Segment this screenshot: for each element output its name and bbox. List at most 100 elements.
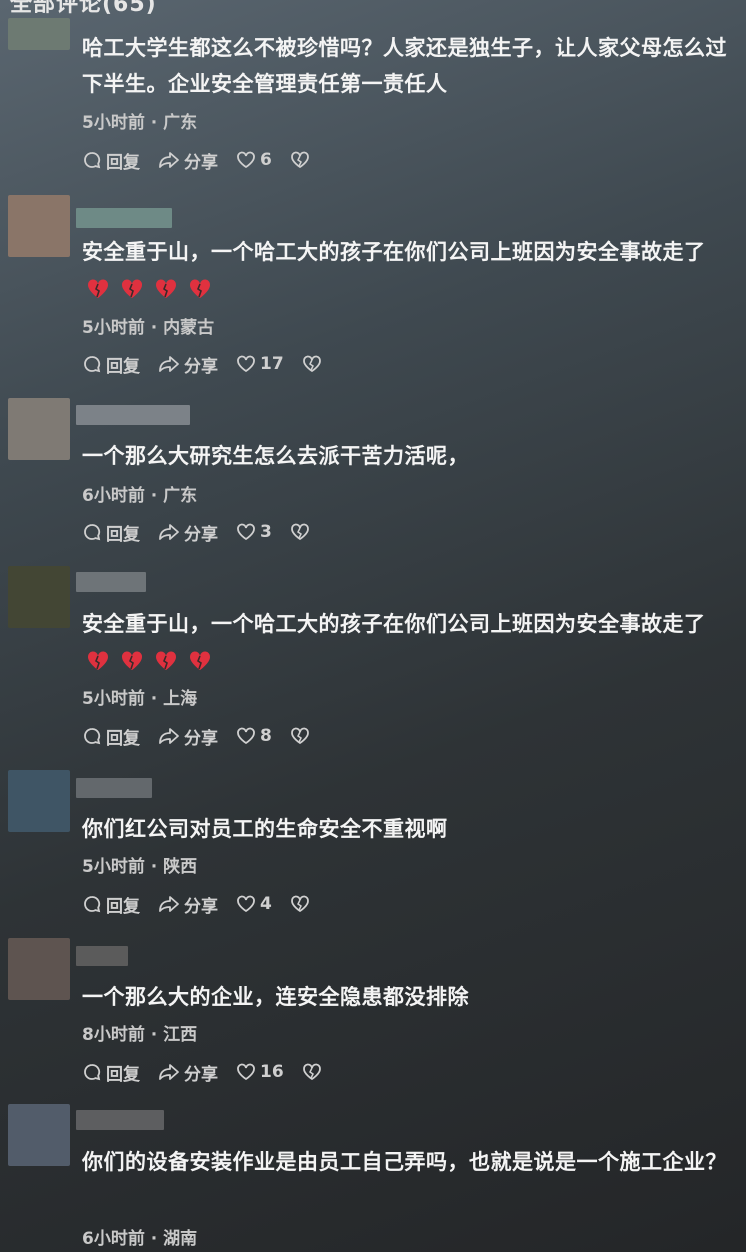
avatar[interactable] xyxy=(8,566,70,628)
comment-time: 6小时前 xyxy=(82,486,145,506)
comment-text-content: 安全重于山，一个哈工大的孩子在你们公司上班因为安全事故走了 xyxy=(82,240,706,264)
avatar[interactable] xyxy=(8,18,70,50)
like-button[interactable]: 3 xyxy=(236,522,272,542)
comment-meta: 5小时前 · 陕西 xyxy=(82,857,198,877)
reply-label: 回复 xyxy=(106,1064,140,1085)
comment-text-content: 安全重于山，一个哈工大的孩子在你们公司上班因为安全事故走了 xyxy=(82,612,706,636)
broken-heart-icon xyxy=(290,727,309,745)
broken-heart-icon xyxy=(302,355,321,373)
share-icon xyxy=(159,728,179,744)
share-label: 分享 xyxy=(184,356,218,377)
broken-heart-icon xyxy=(290,523,309,541)
reply-button[interactable]: 回复 xyxy=(82,892,140,917)
comment-location: 湖南 xyxy=(163,1229,198,1249)
share-icon xyxy=(159,356,179,372)
dislike-button[interactable] xyxy=(302,1063,326,1081)
heart-icon xyxy=(237,895,255,913)
comment-location: 广东 xyxy=(163,113,198,133)
comment-time: 5小时前 xyxy=(82,689,145,709)
like-button[interactable]: 4 xyxy=(236,894,272,914)
comment-meta: 5小时前 · 上海 xyxy=(82,689,198,709)
broken-heart-emoji-icon xyxy=(155,279,177,298)
share-button[interactable]: 分享 xyxy=(158,724,218,749)
comment-text: 一个那么大的企业，连安全隐患都没排除 xyxy=(82,985,469,1009)
comment-time: 5小时前 xyxy=(82,857,145,877)
like-button[interactable]: 17 xyxy=(236,354,284,374)
dislike-button[interactable] xyxy=(290,727,314,745)
avatar[interactable] xyxy=(8,938,70,1000)
like-count: 6 xyxy=(260,150,272,170)
heart-icon xyxy=(237,151,255,169)
share-icon xyxy=(159,1064,179,1080)
share-button[interactable]: 分享 xyxy=(158,520,218,545)
comment-time: 8小时前 xyxy=(82,1025,145,1045)
broken-heart-icon xyxy=(290,895,309,913)
like-count: 4 xyxy=(260,894,272,914)
comment-meta: 5小时前 · 内蒙古 xyxy=(82,318,215,338)
like-button[interactable]: 16 xyxy=(236,1062,284,1082)
dislike-button[interactable] xyxy=(290,895,314,913)
broken-heart-icon xyxy=(290,151,309,169)
reply-button[interactable]: 回复 xyxy=(82,148,140,173)
share-label: 分享 xyxy=(184,524,218,545)
avatar[interactable] xyxy=(8,1104,70,1166)
reply-label: 回复 xyxy=(106,524,140,545)
reply-button[interactable]: 回复 xyxy=(82,1060,140,1085)
broken-heart-emoji-icon xyxy=(189,651,211,670)
dislike-button[interactable] xyxy=(302,355,326,373)
share-button[interactable]: 分享 xyxy=(158,1060,218,1085)
like-count: 8 xyxy=(260,726,272,746)
comment-actions: 回复 分享 17 xyxy=(82,351,344,377)
broken-heart-icon xyxy=(302,1063,321,1081)
reply-button[interactable]: 回复 xyxy=(82,352,140,377)
username-blurred[interactable] xyxy=(76,572,146,592)
comment-location: 广东 xyxy=(163,486,198,506)
share-button[interactable]: 分享 xyxy=(158,892,218,917)
username-blurred[interactable] xyxy=(76,778,152,798)
broken-heart-emoji-icon xyxy=(155,651,177,670)
comment-time: 5小时前 xyxy=(82,318,145,338)
broken-heart-emoji-icon xyxy=(121,279,143,298)
avatar[interactable] xyxy=(8,770,70,832)
username-blurred[interactable] xyxy=(76,405,190,425)
reply-button[interactable]: 回复 xyxy=(82,724,140,749)
heart-icon xyxy=(237,523,255,541)
reply-label: 回复 xyxy=(106,728,140,749)
comment-location: 内蒙古 xyxy=(163,318,215,338)
username-blurred[interactable] xyxy=(76,1110,164,1130)
dislike-button[interactable] xyxy=(290,151,314,169)
username-blurred[interactable] xyxy=(76,208,172,228)
reply-icon xyxy=(84,1064,101,1081)
like-button[interactable]: 6 xyxy=(236,150,272,170)
reply-label: 回复 xyxy=(106,152,140,173)
comment-actions: 回复 分享 16 xyxy=(82,1059,344,1085)
comment-text: 安全重于山，一个哈工大的孩子在你们公司上班因为安全事故走了 xyxy=(82,606,738,678)
avatar[interactable] xyxy=(8,398,70,460)
comment-location: 上海 xyxy=(163,689,198,709)
comment-actions: 回复 分享 3 xyxy=(82,519,332,545)
comment-location: 陕西 xyxy=(163,857,198,877)
like-count: 17 xyxy=(260,354,284,374)
share-icon xyxy=(159,896,179,912)
share-label: 分享 xyxy=(184,728,218,749)
reply-button[interactable]: 回复 xyxy=(82,520,140,545)
comment-text: 你们红公司对员工的生命安全不重视啊 xyxy=(82,817,448,841)
avatar[interactable] xyxy=(8,195,70,257)
comment-time: 6小时前 xyxy=(82,1229,145,1249)
like-count: 16 xyxy=(260,1062,284,1082)
reply-label: 回复 xyxy=(106,896,140,917)
username-blurred[interactable] xyxy=(76,946,128,966)
share-button[interactable]: 分享 xyxy=(158,148,218,173)
comment-meta: 6小时前 · 湖南 xyxy=(82,1229,198,1249)
like-button[interactable]: 8 xyxy=(236,726,272,746)
comment-meta: 5小时前 · 广东 xyxy=(82,113,198,133)
share-label: 分享 xyxy=(184,1064,218,1085)
reply-icon xyxy=(84,152,101,169)
heart-icon xyxy=(237,727,255,745)
reply-icon xyxy=(84,356,101,373)
share-button[interactable]: 分享 xyxy=(158,352,218,377)
comment-text: 一个那么大研究生怎么去派干苦力活呢， xyxy=(82,444,469,468)
reply-icon xyxy=(84,524,101,541)
dislike-button[interactable] xyxy=(290,523,314,541)
share-icon xyxy=(159,152,179,168)
